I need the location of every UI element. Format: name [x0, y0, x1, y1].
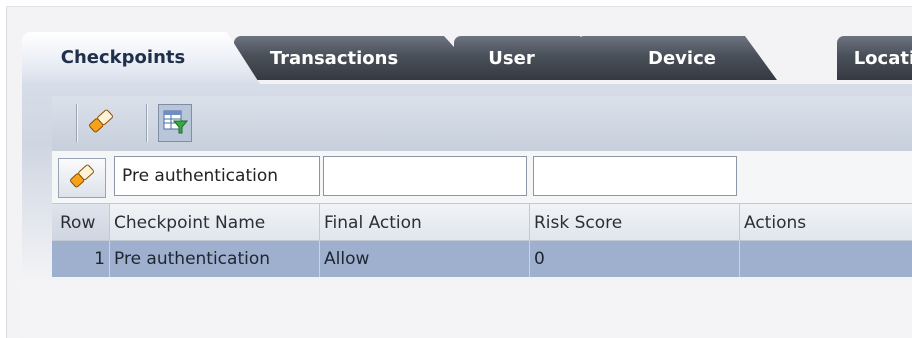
tab-label: User [488, 48, 535, 69]
checkpoint-name-filter-input[interactable] [114, 156, 320, 196]
actions-cell [740, 241, 912, 277]
tab-label: Transactions [269, 48, 399, 69]
row-number-cell: 1 [52, 241, 110, 277]
column-header-label: Row [60, 213, 96, 233]
tab-checkpoints[interactable]: Checkpoints [22, 32, 260, 84]
column-header-label: Risk Score [534, 213, 623, 233]
tab-label: Location [853, 48, 912, 69]
checkpoint-name-cell: Pre authentication [110, 241, 320, 277]
column-header-label: Final Action [324, 213, 422, 233]
column-header-label: Checkpoint Name [114, 213, 266, 233]
clear-filters-button[interactable] [84, 104, 118, 142]
final-action-cell: Allow [320, 241, 530, 277]
tab-bar: Location Device User Transactions Checkp… [22, 32, 912, 84]
column-header-checkpoint-name[interactable]: Checkpoint Name [110, 203, 320, 241]
tab-transactions[interactable]: Transactions [234, 36, 484, 80]
tab-location[interactable]: Location [837, 36, 912, 80]
risk-score-cell: 0 [530, 241, 740, 277]
tab-label: Checkpoints [60, 47, 186, 68]
column-header-label: Actions [744, 213, 807, 233]
risk-score-filter-input[interactable] [533, 156, 737, 196]
column-header-final-action[interactable]: Final Action [320, 203, 530, 241]
column-header-actions[interactable]: Actions [740, 203, 912, 241]
toolbar-separator [146, 104, 147, 142]
eraser-icon [67, 161, 97, 195]
eraser-icon [86, 106, 116, 140]
filter-table-icon [161, 107, 189, 139]
toolbar-separator [76, 104, 77, 142]
filter-toggle-button[interactable] [158, 104, 192, 142]
clear-filter-button[interactable] [58, 158, 106, 198]
column-header-risk-score[interactable]: Risk Score [530, 203, 740, 241]
tab-label: Device [648, 48, 716, 69]
final-action-filter-input[interactable] [323, 156, 527, 196]
tab-device[interactable]: Device [577, 36, 777, 80]
column-header-row[interactable]: Row [52, 203, 110, 241]
